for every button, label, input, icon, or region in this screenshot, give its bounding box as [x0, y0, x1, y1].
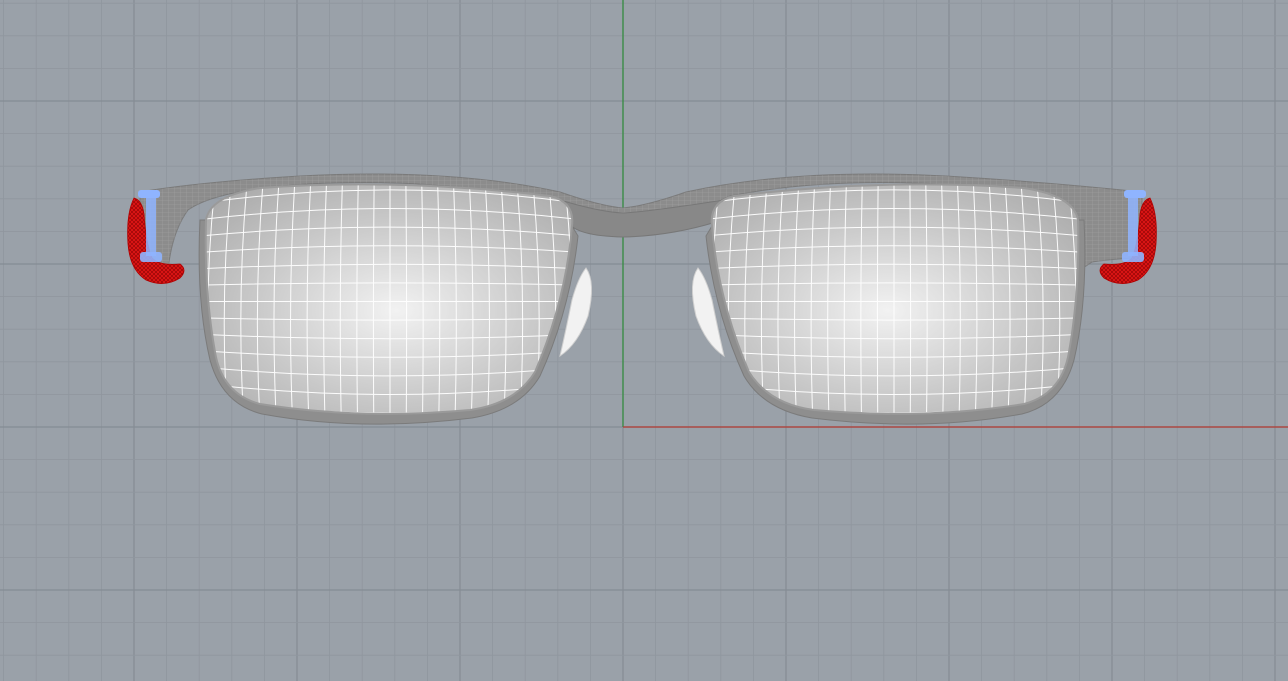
lens-right[interactable] [695, 171, 1093, 431]
construction-grid [0, 0, 1288, 681]
lens-left[interactable] [191, 171, 589, 431]
eyeglasses-model[interactable] [127, 171, 1157, 431]
lens-isocurve [191, 178, 200, 425]
3d-viewport[interactable] [0, 0, 1288, 681]
viewport-canvas[interactable] [0, 0, 1288, 681]
